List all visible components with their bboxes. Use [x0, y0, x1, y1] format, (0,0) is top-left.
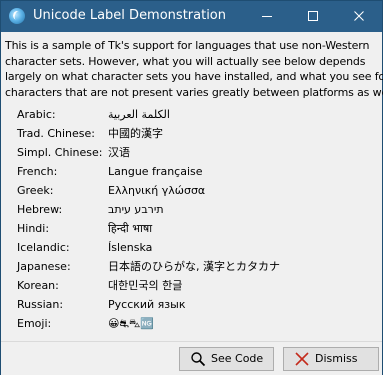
language-label: Russian:	[17, 298, 64, 311]
language-sample: תירבע עיתב	[108, 203, 164, 216]
language-sample: Langue française	[108, 165, 203, 178]
dismiss-label: Dismiss	[315, 352, 358, 365]
language-row-hindi: Hindi: हिन्दी भाषा	[1, 219, 382, 238]
intro-line: This is a sample of Tk's support for lan…	[5, 39, 370, 52]
language-sample: Íslenska	[108, 241, 153, 254]
see-code-label: See Code	[211, 352, 264, 365]
minimize-button[interactable]	[244, 1, 290, 32]
language-label: Arabic:	[17, 108, 56, 121]
language-label: Greek:	[17, 184, 54, 197]
close-button[interactable]	[336, 1, 382, 32]
language-row-arabic: Arabic: الكلمة العربية	[1, 105, 382, 124]
language-row-icelandic: Icelandic: Íslenska	[1, 238, 382, 257]
language-sample: 대한민국의 한글	[108, 279, 183, 292]
language-label: Japanese:	[17, 260, 71, 273]
language-row-trad-chinese: Trad. Chinese: 中國的漢字	[1, 124, 382, 143]
intro-line: characters that are not present varies g…	[5, 85, 383, 99]
language-sample: 日本語のひらがな, 漢字とカタカナ	[108, 260, 280, 273]
language-label: Simpl. Chinese:	[17, 146, 103, 159]
language-row-russian: Russian: Русский язык	[1, 295, 382, 314]
language-row-simpl-chinese: Simpl. Chinese: 汉语	[1, 143, 382, 162]
window-title: Unicode Label Demonstration	[33, 8, 227, 23]
language-sample: 😀⛐⛍🆖	[108, 317, 154, 330]
magnifier-icon	[191, 352, 206, 367]
language-list: Arabic: الكلمة العربية Trad. Chinese: 中國…	[1, 105, 382, 333]
dialog-body: This is a sample of Tk's support for lan…	[1, 32, 383, 375]
language-label: Emoji:	[17, 317, 52, 330]
dismiss-button[interactable]: Dismiss	[283, 347, 379, 371]
minimize-icon	[262, 16, 272, 17]
close-icon	[354, 11, 364, 21]
button-bar: See Code Dismiss	[1, 341, 382, 375]
language-label: French:	[17, 165, 58, 178]
language-row-french: French: Langue française	[1, 162, 382, 181]
language-sample: हिन्दी भाषा	[108, 222, 153, 235]
app-icon	[9, 8, 25, 24]
language-sample: Русский язык	[108, 298, 186, 311]
language-sample: Ελληνική γλώσσα	[108, 184, 206, 197]
intro-text: This is a sample of Tk's support for lan…	[5, 38, 383, 100]
language-label: Korean:	[17, 279, 59, 292]
intro-line: character sets. However, what you will a…	[5, 54, 366, 68]
maximize-button[interactable]	[290, 1, 336, 32]
language-row-japanese: Japanese: 日本語のひらがな, 漢字とカタカナ	[1, 257, 382, 276]
language-label: Trad. Chinese:	[17, 127, 95, 140]
language-row-korean: Korean: 대한민국의 한글	[1, 276, 382, 295]
language-row-greek: Greek: Ελληνική γλώσσα	[1, 181, 382, 200]
see-code-button[interactable]: See Code	[179, 347, 274, 371]
dialog-window: Unicode Label Demonstration This is a sa…	[0, 0, 383, 375]
maximize-icon	[308, 11, 318, 21]
title-bar[interactable]: Unicode Label Demonstration	[1, 1, 382, 32]
language-sample: 中國的漢字	[108, 127, 163, 140]
intro-line: largely on what character sets you have …	[5, 70, 383, 83]
language-sample: الكلمة العربية	[108, 108, 170, 121]
language-label: Icelandic:	[17, 241, 70, 254]
red-x-icon	[295, 352, 309, 366]
language-row-hebrew: Hebrew: תירבע עיתב	[1, 200, 382, 219]
language-row-emoji: Emoji: 😀⛐⛍🆖	[1, 314, 382, 333]
language-label: Hebrew:	[17, 203, 63, 216]
language-sample: 汉语	[108, 146, 130, 159]
language-label: Hindi:	[17, 222, 50, 235]
